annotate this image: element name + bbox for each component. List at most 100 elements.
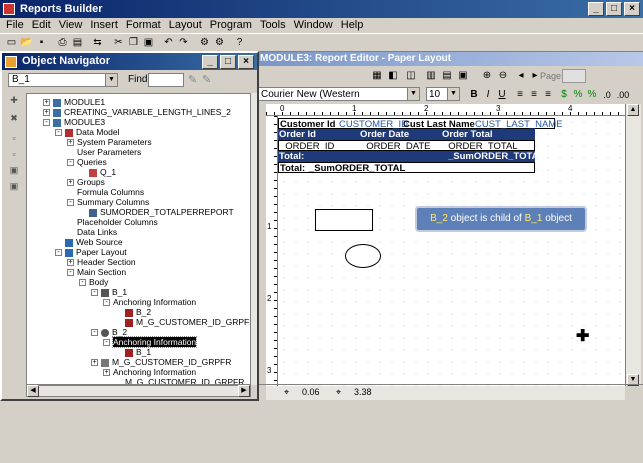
navigator-maximize-button[interactable]: □ <box>220 55 236 69</box>
tree-item[interactable]: + Groups <box>67 177 105 187</box>
menu-window[interactable]: Window <box>290 18 337 33</box>
navigator-close-button[interactable]: × <box>238 55 254 69</box>
tree-item[interactable]: - Anchoring Information <box>103 336 198 348</box>
align-left-icon[interactable]: ≡ <box>514 87 526 103</box>
tree-item[interactable]: M_G_CUSTOMER_ID_GRPFR <box>115 377 244 384</box>
new-icon[interactable]: ▭ <box>4 36 19 50</box>
tree-item[interactable]: - Paper Layout <box>55 247 127 257</box>
expand-node-icon[interactable]: + <box>103 369 110 377</box>
collapse-icon[interactable]: ▫ <box>7 149 21 161</box>
expand-node-icon[interactable]: + <box>67 259 74 267</box>
commas-icon[interactable]: % <box>586 87 598 103</box>
flex-icon[interactable]: ◫ <box>404 68 418 84</box>
scroll-left-icon[interactable]: ◀ <box>27 385 39 397</box>
bold-icon[interactable]: B <box>468 87 480 103</box>
tree-item[interactable]: Data Links <box>67 227 117 237</box>
select-parent-icon[interactable]: ▦ <box>370 68 384 84</box>
label-order-date[interactable]: Order Date <box>360 129 409 140</box>
detail-row[interactable]: _ORDER_ID _ORDER_DATE _ORDER_TOTAL <box>278 140 535 152</box>
chevron-down-icon[interactable]: ▼ <box>407 88 419 100</box>
zoom-out-icon[interactable]: ⊖ <box>496 68 510 84</box>
tree-item[interactable]: - Anchoring Information <box>103 297 196 307</box>
scroll-up-icon[interactable]: ▲ <box>627 104 639 116</box>
open-icon[interactable]: 📂 <box>19 36 34 50</box>
expand-node-icon[interactable]: + <box>43 109 50 117</box>
menu-layout[interactable]: Layout <box>165 18 206 33</box>
remove-decimal-icon[interactable]: .00 <box>616 87 630 103</box>
tree-item[interactable]: - B_2 <box>91 327 127 337</box>
collapse-node-icon[interactable]: - <box>67 199 74 207</box>
run-icon[interactable]: ⚙ <box>197 36 212 50</box>
header-row[interactable]: Customer Id CUSTOMER_ID Cust Last Name C… <box>278 118 563 130</box>
menu-view[interactable]: View <box>55 18 87 33</box>
collapse-node-icon[interactable]: - <box>103 339 110 347</box>
copy-icon[interactable]: ❐ <box>126 36 141 50</box>
menu-format[interactable]: Format <box>122 18 165 33</box>
tree-item[interactable]: Placeholder Columns <box>67 217 158 227</box>
close-button[interactable]: × <box>624 2 640 16</box>
navigator-horizontal-scrollbar[interactable]: ◀ ▶ <box>26 385 251 397</box>
help-icon[interactable]: ? <box>232 36 247 50</box>
tree-item[interactable]: - MODULE3 <box>43 117 105 127</box>
expand-node-icon[interactable]: + <box>43 99 50 107</box>
menu-help[interactable]: Help <box>337 18 368 33</box>
collapse-node-icon[interactable]: - <box>79 279 86 287</box>
chevron-down-icon[interactable]: ▼ <box>105 74 117 86</box>
collapse-all-icon[interactable]: ▣ <box>7 181 21 193</box>
compile-icon[interactable]: ⚙ <box>212 36 227 50</box>
tree-item[interactable]: Web Source <box>55 237 123 247</box>
first-page-icon[interactable]: ◂ <box>514 68 528 84</box>
field-sum-order-total[interactable]: _SumORDER_TOTAL <box>448 151 544 162</box>
navigator-vertical-scrollbar[interactable] <box>251 93 257 385</box>
field-sum-order-total-report[interactable]: _SumORDER_TOTAL <box>309 163 405 174</box>
create-icon[interactable]: ✚ <box>7 95 21 107</box>
expand-node-icon[interactable]: + <box>67 139 74 147</box>
tree-item[interactable]: B_1 <box>115 347 151 357</box>
zoom-in-icon[interactable]: ⊕ <box>480 68 494 84</box>
paste-icon[interactable]: ▣ <box>141 36 156 50</box>
tree-item[interactable]: SUMORDER_TOTALPERREPORT <box>79 207 234 217</box>
editor-vertical-scrollbar[interactable]: ▲ ▼ <box>625 104 641 386</box>
tree-item[interactable]: + Header Section <box>67 257 136 267</box>
redo-icon[interactable]: ↷ <box>176 36 191 50</box>
tree-item[interactable]: M_G_CUSTOMER_ID_GRPFR <box>115 317 250 327</box>
label-order-id[interactable]: Order Id <box>279 129 316 140</box>
tree-item[interactable]: + CREATING_VARIABLE_LENGTH_LINES_2 <box>43 107 231 117</box>
tree-item[interactable]: - Summary Columns <box>67 197 149 207</box>
undo-icon[interactable]: ↶ <box>161 36 176 50</box>
menu-file[interactable]: File <box>2 18 28 33</box>
tree-item[interactable]: - Queries <box>67 157 107 167</box>
rectangle-b1[interactable] <box>315 209 373 231</box>
percent-icon[interactable]: % <box>572 87 584 103</box>
align-right-icon[interactable]: ≡ <box>542 87 554 103</box>
tree-item[interactable]: - Main Section <box>67 267 126 277</box>
collapse-node-icon[interactable]: - <box>55 129 62 137</box>
tree-item[interactable]: B_2 <box>115 307 151 317</box>
tree-item[interactable]: + Anchoring Information <box>103 367 196 377</box>
navigator-object-select[interactable]: B_1 ▼ <box>8 73 118 87</box>
preview-icon[interactable]: ▣ <box>456 68 470 84</box>
find-prev-icon[interactable]: ✎ <box>202 73 211 86</box>
navigator-minimize-button[interactable]: _ <box>202 55 218 69</box>
collapse-node-icon[interactable]: - <box>91 289 98 297</box>
menu-tools[interactable]: Tools <box>256 18 290 33</box>
label-report-total[interactable]: Total: <box>280 163 305 174</box>
add-decimal-icon[interactable]: .0 <box>600 87 614 103</box>
print-preview-icon[interactable]: ▤ <box>70 36 85 50</box>
save-icon[interactable]: ▪ <box>34 36 49 50</box>
connect-icon[interactable]: ⇆ <box>90 36 105 50</box>
scroll-right-icon[interactable]: ▶ <box>238 385 250 397</box>
tree-item[interactable]: Q_1 <box>79 167 116 177</box>
maximize-button[interactable]: □ <box>606 2 622 16</box>
currency-icon[interactable]: $ <box>558 87 570 103</box>
tree-item[interactable]: + System Parameters <box>67 137 152 147</box>
collapse-node-icon[interactable]: - <box>67 269 74 277</box>
tree-item[interactable]: + MODULE1 <box>43 97 105 107</box>
tree-item[interactable]: - Body <box>79 277 108 287</box>
tree-item[interactable]: + M_G_CUSTOMER_ID_GRPFR <box>91 357 231 367</box>
collapse-node-icon[interactable]: - <box>91 329 98 337</box>
collapse-node-icon[interactable]: - <box>43 119 50 127</box>
collapse-node-icon[interactable]: - <box>103 299 110 307</box>
oval-b2[interactable] <box>345 244 381 268</box>
cut-icon[interactable]: ✂ <box>111 36 126 50</box>
